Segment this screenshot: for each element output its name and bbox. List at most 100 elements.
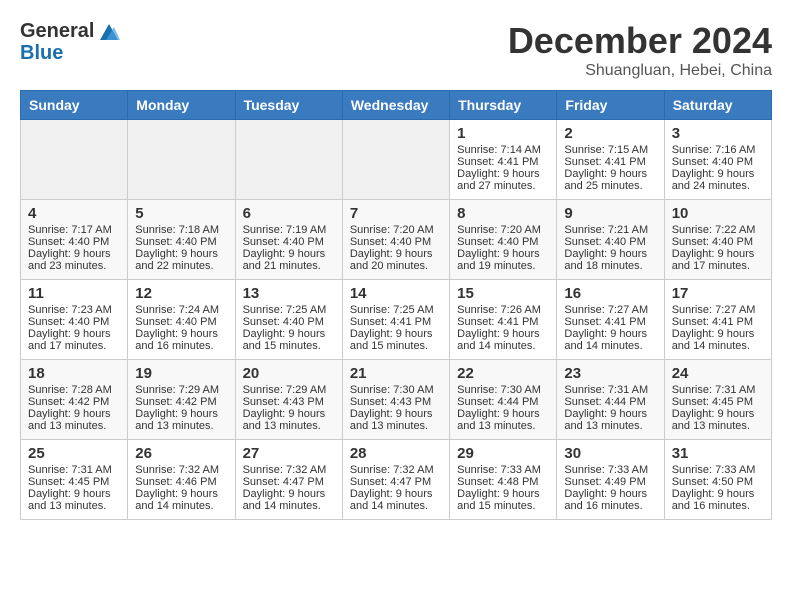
day-number: 21 — [350, 365, 442, 382]
daylight-text: Daylight: 9 hours and 13 minutes. — [243, 408, 326, 432]
day-number: 24 — [672, 365, 764, 382]
sunset-text: Sunset: 4:40 PM — [672, 236, 753, 248]
sunrise-text: Sunrise: 7:31 AM — [28, 464, 112, 476]
daylight-text: Daylight: 9 hours and 15 minutes. — [243, 328, 326, 352]
day-number: 9 — [564, 205, 656, 222]
sunrise-text: Sunrise: 7:26 AM — [457, 304, 541, 316]
sunrise-text: Sunrise: 7:14 AM — [457, 144, 541, 156]
calendar-cell: 16Sunrise: 7:27 AMSunset: 4:41 PMDayligh… — [557, 280, 664, 360]
calendar-cell: 13Sunrise: 7:25 AMSunset: 4:40 PMDayligh… — [235, 280, 342, 360]
day-number: 13 — [243, 285, 335, 302]
sunset-text: Sunset: 4:41 PM — [350, 316, 431, 328]
sunrise-text: Sunrise: 7:24 AM — [135, 304, 219, 316]
day-number: 14 — [350, 285, 442, 302]
day-number: 30 — [564, 445, 656, 462]
calendar-body: 1Sunrise: 7:14 AMSunset: 4:41 PMDaylight… — [21, 120, 772, 520]
day-number: 2 — [564, 125, 656, 142]
sunset-text: Sunset: 4:42 PM — [135, 396, 216, 408]
daylight-text: Daylight: 9 hours and 16 minutes. — [135, 328, 218, 352]
day-number: 22 — [457, 365, 549, 382]
sunset-text: Sunset: 4:40 PM — [28, 236, 109, 248]
logo-blue: Blue — [20, 42, 122, 64]
day-number: 31 — [672, 445, 764, 462]
day-number: 6 — [243, 205, 335, 222]
sunrise-text: Sunrise: 7:21 AM — [564, 224, 648, 236]
daylight-text: Daylight: 9 hours and 13 minutes. — [457, 408, 540, 432]
day-number: 18 — [28, 365, 120, 382]
calendar-cell: 3Sunrise: 7:16 AMSunset: 4:40 PMDaylight… — [664, 120, 771, 200]
day-number: 11 — [28, 285, 120, 302]
sunset-text: Sunset: 4:40 PM — [350, 236, 431, 248]
day-number: 27 — [243, 445, 335, 462]
sunrise-text: Sunrise: 7:27 AM — [672, 304, 756, 316]
calendar-cell: 11Sunrise: 7:23 AMSunset: 4:40 PMDayligh… — [21, 280, 128, 360]
sunset-text: Sunset: 4:46 PM — [135, 476, 216, 488]
calendar-cell: 9Sunrise: 7:21 AMSunset: 4:40 PMDaylight… — [557, 200, 664, 280]
sunrise-text: Sunrise: 7:15 AM — [564, 144, 648, 156]
calendar-week-2: 11 Sunrise: 7:23 AMSunset: 4:40 PM Dayligh… — [21, 280, 772, 360]
calendar-cell: 12Sunrise: 7:24 AMSunset: 4:40 PMDayligh… — [128, 280, 235, 360]
day-number: 26 — [135, 445, 227, 462]
calendar-cell: 21Sunrise: 7:30 AMSunset: 4:43 PMDayligh… — [342, 360, 449, 440]
day-number: 17 — [672, 285, 764, 302]
sunrise-text: Sunrise: 7:23 AM — [28, 304, 112, 316]
day-number: 28 — [350, 445, 442, 462]
calendar-cell: 1Sunrise: 7:14 AMSunset: 4:41 PMDaylight… — [450, 120, 557, 200]
column-header-tuesday: Tuesday — [235, 91, 342, 120]
calendar-cell: 18Sunrise: 7:28 AMSunset: 4:42 PMDayligh… — [21, 360, 128, 440]
calendar-cell: 17Sunrise: 7:27 AMSunset: 4:41 PMDayligh… — [664, 280, 771, 360]
title-area: December 2024 Shuangluan, Hebei, China — [508, 20, 772, 80]
day-number: 16 — [564, 285, 656, 302]
daylight-text: Daylight: 9 hours and 14 minutes. — [564, 328, 647, 352]
sunrise-text: Sunrise: 7:22 AM — [672, 224, 756, 236]
sunset-text: Sunset: 4:50 PM — [672, 476, 753, 488]
daylight-text: Daylight: 9 hours and 13 minutes. — [28, 408, 111, 432]
logo-text: General — [20, 20, 122, 42]
calendar-cell — [235, 120, 342, 200]
location: Shuangluan, Hebei, China — [508, 62, 772, 80]
sunset-text: Sunset: 4:45 PM — [672, 396, 753, 408]
logo-icon — [96, 22, 122, 42]
calendar-cell: 2Sunrise: 7:15 AMSunset: 4:41 PMDaylight… — [557, 120, 664, 200]
calendar-cell — [128, 120, 235, 200]
sunset-text: Sunset: 4:40 PM — [135, 236, 216, 248]
sunset-text: Sunset: 4:40 PM — [243, 236, 324, 248]
sunset-text: Sunset: 4:42 PM — [28, 396, 109, 408]
calendar-cell: 28Sunrise: 7:32 AMSunset: 4:47 PMDayligh… — [342, 440, 449, 520]
column-header-sunday: Sunday — [21, 91, 128, 120]
day-number: 20 — [243, 365, 335, 382]
day-number: 4 — [28, 205, 120, 222]
daylight-text: Daylight: 9 hours and 23 minutes. — [28, 248, 111, 272]
sunrise-text: Sunrise: 7:19 AM — [243, 224, 327, 236]
sunrise-text: Sunrise: 7:30 AM — [457, 384, 541, 396]
calendar-cell: 27Sunrise: 7:32 AMSunset: 4:47 PMDayligh… — [235, 440, 342, 520]
calendar-cell: 15Sunrise: 7:26 AMSunset: 4:41 PMDayligh… — [450, 280, 557, 360]
sunrise-text: Sunrise: 7:25 AM — [243, 304, 327, 316]
sunrise-text: Sunrise: 7:30 AM — [350, 384, 434, 396]
calendar-header-row: SundayMondayTuesdayWednesdayThursdayFrid… — [21, 91, 772, 120]
sunset-text: Sunset: 4:45 PM — [28, 476, 109, 488]
sunrise-text: Sunrise: 7:31 AM — [564, 384, 648, 396]
calendar-week-4: 25Sunrise: 7:31 AMSunset: 4:45 PMDayligh… — [21, 440, 772, 520]
day-number: 3 — [672, 125, 764, 142]
sunrise-text: Sunrise: 7:29 AM — [243, 384, 327, 396]
month-title: December 2024 — [508, 20, 772, 62]
sunrise-text: Sunrise: 7:33 AM — [672, 464, 756, 476]
calendar-cell: 22 Sunrise: 7:30 AMSunset: 4:44 PMDayligh… — [450, 360, 557, 440]
day-number: 29 — [457, 445, 549, 462]
sunset-text: Sunset: 4:40 PM — [28, 316, 109, 328]
calendar-cell: 30Sunrise: 7:33 AMSunset: 4:49 PMDayligh… — [557, 440, 664, 520]
calendar-cell: 6Sunrise: 7:19 AMSunset: 4:40 PMDaylight… — [235, 200, 342, 280]
daylight-text: Daylight: 9 hours and 14 minutes. — [350, 488, 433, 512]
sunrise-text: Sunrise: 7:20 AM — [457, 224, 541, 236]
logo: General Blue — [20, 20, 122, 64]
daylight-text: Daylight: 9 hours and 13 minutes. — [564, 408, 647, 432]
daylight-text: Daylight: 9 hours and 27 minutes. — [457, 168, 540, 192]
sunset-text: Sunset: 4:44 PM — [457, 396, 538, 408]
daylight-text: Daylight: 9 hours and 14 minutes. — [457, 328, 540, 352]
calendar-cell: 7Sunrise: 7:20 AMSunset: 4:40 PMDaylight… — [342, 200, 449, 280]
sunset-text: Sunset: 4:41 PM — [564, 316, 645, 328]
sunset-text: Sunset: 4:43 PM — [350, 396, 431, 408]
daylight-text: Daylight: 9 hours and 20 minutes. — [350, 248, 433, 272]
calendar-cell: 31Sunrise: 7:33 AMSunset: 4:50 PMDayligh… — [664, 440, 771, 520]
